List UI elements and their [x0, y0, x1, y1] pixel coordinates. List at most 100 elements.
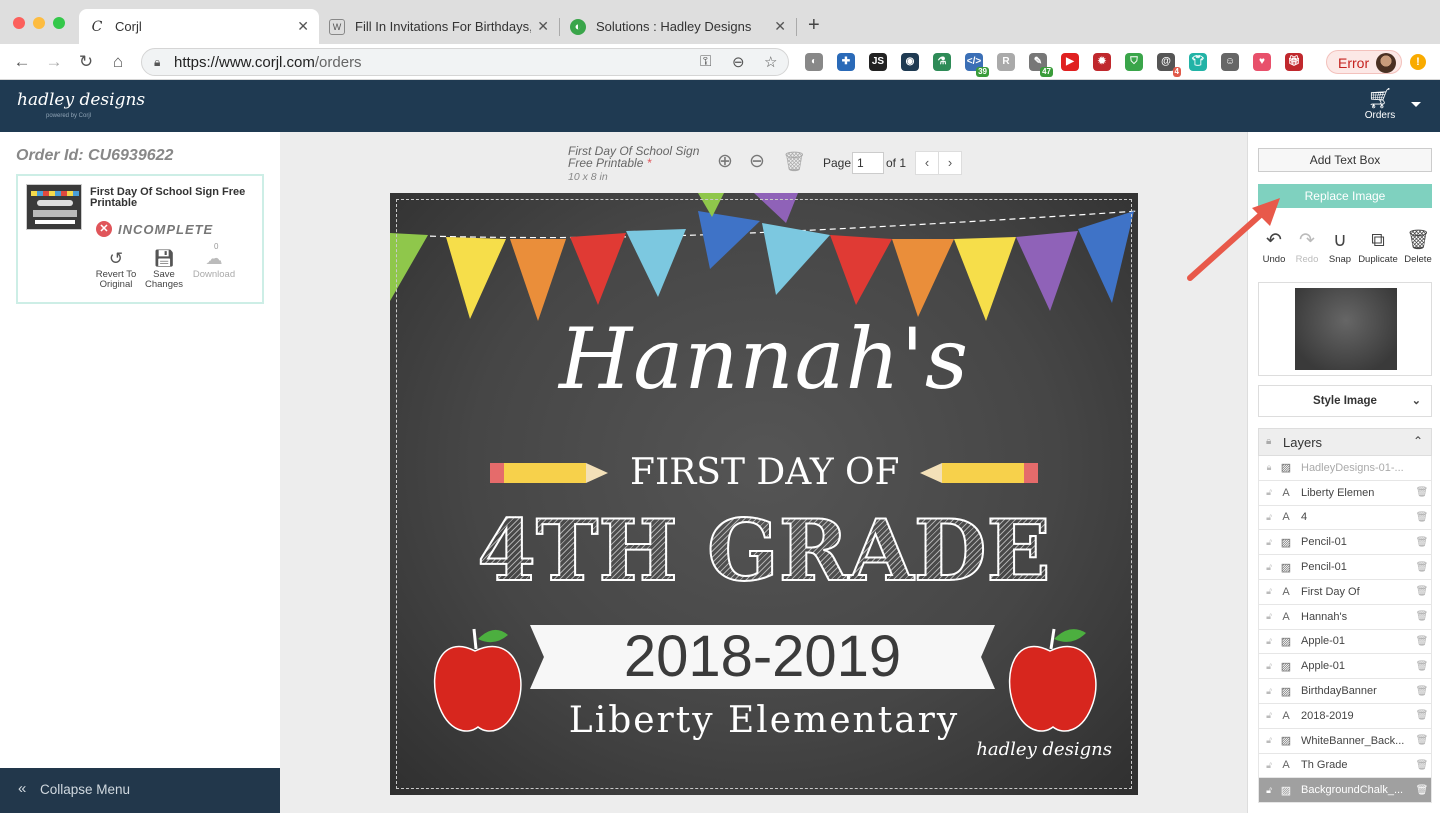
unlock-icon[interactable]: 🔓︎: [1261, 686, 1277, 697]
ext-bag-icon[interactable]: ⛉: [1125, 53, 1143, 71]
trash-icon[interactable]: 🗑︎: [1413, 537, 1431, 548]
trash-icon[interactable]: 🗑︎: [1413, 735, 1431, 746]
layer-row[interactable]: 🔓︎ A Th Grade 🗑︎: [1258, 753, 1432, 779]
image-layer-icon: ▨: [1280, 735, 1292, 748]
back-icon[interactable]: ←: [11, 51, 33, 73]
tab-corjl[interactable]: C Corjl ✕: [79, 9, 319, 44]
trash-icon[interactable]: 🗑︎: [782, 150, 806, 174]
orders-button[interactable]: 🛒︎ Orders: [1360, 88, 1400, 128]
trash-icon[interactable]: 🗑︎: [1413, 686, 1431, 697]
collapse-menu-button[interactable]: « Collapse Menu: [0, 768, 280, 813]
save-changes-button[interactable]: 💾︎ Save Changes: [136, 249, 192, 290]
trash-icon[interactable]: 🗑︎: [1413, 512, 1431, 523]
ext-js-icon[interactable]: JS: [869, 53, 887, 71]
layer-row[interactable]: 🔓︎ ▨ BirthdayBanner 🗑︎: [1258, 679, 1432, 704]
prev-page-button[interactable]: ‹: [915, 151, 939, 175]
key-icon[interactable]: ⚿: [700, 53, 711, 70]
lock-icon[interactable]: 🔒︎: [1261, 462, 1277, 473]
reload-icon[interactable]: ↻: [75, 51, 97, 73]
ext-youtube-icon[interactable]: ▶: [1061, 53, 1079, 71]
add-text-box-button[interactable]: Add Text Box: [1258, 148, 1432, 172]
trash-icon[interactable]: 🗑︎: [1413, 487, 1431, 498]
ext-gift-icon[interactable]: 🎁︎: [1285, 53, 1303, 71]
page-number-input[interactable]: 1: [852, 152, 884, 174]
download-button[interactable]: ☁ Download: [186, 249, 242, 280]
ext-robot-icon[interactable]: ☺: [1221, 53, 1239, 71]
tab-invitations[interactable]: W Fill In Invitations For Birthdays, ✕: [319, 9, 559, 44]
unlock-icon[interactable]: 🔓︎: [1261, 710, 1277, 721]
layer-row[interactable]: 🔓︎ A First Day Of 🗑︎: [1258, 579, 1432, 605]
ext-at-icon[interactable]: @4: [1157, 53, 1181, 77]
tab-hadley-solutions[interactable]: ◐ Solutions : Hadley Designs ✕: [560, 9, 796, 44]
trash-icon[interactable]: 🗑︎: [1413, 562, 1431, 573]
style-image-dropdown[interactable]: Style Image ⌄: [1258, 385, 1432, 417]
unlock-icon[interactable]: 🔓︎: [1261, 611, 1277, 622]
next-page-button[interactable]: ›: [938, 151, 962, 175]
maximize-window-button[interactable]: [53, 17, 65, 29]
unlock-icon[interactable]: 🔓︎: [1261, 487, 1277, 498]
layer-row[interactable]: 🔓︎ ▨ Pencil-01 🗑︎: [1258, 555, 1432, 580]
account-dropdown-icon[interactable]: [1411, 102, 1421, 107]
address-bar[interactable]: 🔒︎ https://www.corjl.com/orders ⚿ ⊖ ☆: [141, 48, 789, 76]
layer-row[interactable]: 🔓︎ ▨ Apple-01 🗑︎: [1258, 654, 1432, 680]
zoom-in-icon[interactable]: ⊕: [717, 150, 733, 173]
bookmark-star-icon[interactable]: ☆: [764, 53, 777, 71]
forward-icon[interactable]: →: [43, 51, 65, 73]
home-icon[interactable]: ⌂: [107, 51, 129, 73]
layer-row[interactable]: 🔓︎ ▨ Apple-01 🗑︎: [1258, 629, 1432, 655]
ext-code-icon[interactable]: </> 39: [965, 53, 989, 77]
unlock-icon[interactable]: 🔓︎: [1261, 586, 1277, 597]
layer-row[interactable]: 🔓︎ ▨ Pencil-01 🗑︎: [1258, 530, 1432, 556]
close-icon[interactable]: ✕: [537, 18, 549, 35]
delete-button[interactable]: 🗑︎ Delete: [1398, 230, 1438, 265]
zoom-icon[interactable]: ⊖: [732, 53, 745, 71]
brand-logo[interactable]: hadley designs: [17, 90, 145, 110]
trash-icon[interactable]: 🗑︎: [1413, 611, 1431, 622]
layer-row[interactable]: 🔓︎ A Liberty Elemen 🗑︎: [1258, 480, 1432, 506]
close-window-button[interactable]: [13, 17, 25, 29]
new-tab-icon[interactable]: +: [808, 14, 820, 37]
trash-icon[interactable]: 🗑︎: [1413, 661, 1431, 672]
profile-error-button[interactable]: Error: [1326, 50, 1402, 74]
snap-button[interactable]: ∪ Snap: [1320, 230, 1360, 265]
layer-row[interactable]: 🔓︎ ▨ BackgroundChalk_... 🗑︎: [1258, 778, 1432, 804]
trash-icon[interactable]: 🗑︎: [1413, 586, 1431, 597]
design-artboard[interactable]: Hannah's FIRST DAY OF 4TH GRADE 2018-201…: [390, 193, 1138, 795]
warning-icon[interactable]: !: [1410, 54, 1426, 70]
layer-row[interactable]: 🔒︎ ▨ HadleyDesigns-01-...: [1258, 456, 1432, 481]
error-label: Error: [1338, 55, 1370, 71]
duplicate-button[interactable]: ⧉ Duplicate: [1357, 230, 1399, 265]
unlock-icon[interactable]: 🔓︎: [1261, 562, 1277, 573]
unlock-icon[interactable]: 🔓︎: [1261, 785, 1277, 796]
unlock-icon[interactable]: 🔓︎: [1261, 735, 1277, 746]
ext-flask-icon[interactable]: ⚗: [933, 53, 951, 71]
layer-row[interactable]: 🔓︎ ▨ WhiteBanner_Back... 🗑︎: [1258, 728, 1432, 754]
close-icon[interactable]: ✕: [774, 18, 786, 35]
layers-header[interactable]: 🔒︎ Layers ⌃: [1258, 428, 1432, 456]
order-id: Order Id: CU6939622: [16, 147, 174, 164]
unlock-icon[interactable]: 🔓︎: [1261, 760, 1277, 771]
layer-row[interactable]: 🔓︎ A 4 🗑︎: [1258, 505, 1432, 531]
trash-icon[interactable]: 🗑︎: [1413, 785, 1431, 796]
ext-bug-icon[interactable]: ✹: [1093, 53, 1111, 71]
unlock-icon[interactable]: 🔓︎: [1261, 512, 1277, 523]
unlock-icon[interactable]: 🔓︎: [1261, 636, 1277, 647]
cloud-download-icon: ☁: [205, 249, 223, 268]
unlock-icon[interactable]: 🔓︎: [1261, 661, 1277, 672]
layer-row[interactable]: 🔓︎ A Hannah's 🗑︎: [1258, 604, 1432, 630]
close-icon[interactable]: ✕: [297, 18, 309, 35]
trash-icon[interactable]: 🗑︎: [1413, 636, 1431, 647]
ext-r-icon[interactable]: R: [997, 53, 1015, 71]
ext-heart-icon[interactable]: ♥: [1253, 53, 1271, 71]
ext-eye-icon[interactable]: ◉: [901, 53, 919, 71]
minimize-window-button[interactable]: [33, 17, 45, 29]
layer-row[interactable]: 🔓︎ A 2018-2019 🗑︎: [1258, 703, 1432, 729]
ext-shirt-icon[interactable]: 👕︎: [1189, 53, 1207, 71]
zoom-out-icon[interactable]: ⊖: [749, 150, 765, 173]
ext-shield-icon[interactable]: ◐: [805, 53, 823, 71]
trash-icon[interactable]: 🗑︎: [1413, 760, 1431, 771]
ext-cross-icon[interactable]: ✚: [837, 53, 855, 71]
unlock-icon[interactable]: 🔓︎: [1261, 537, 1277, 548]
trash-icon[interactable]: 🗑︎: [1413, 710, 1431, 721]
ext-pen-icon[interactable]: ✎ 47: [1029, 53, 1053, 77]
